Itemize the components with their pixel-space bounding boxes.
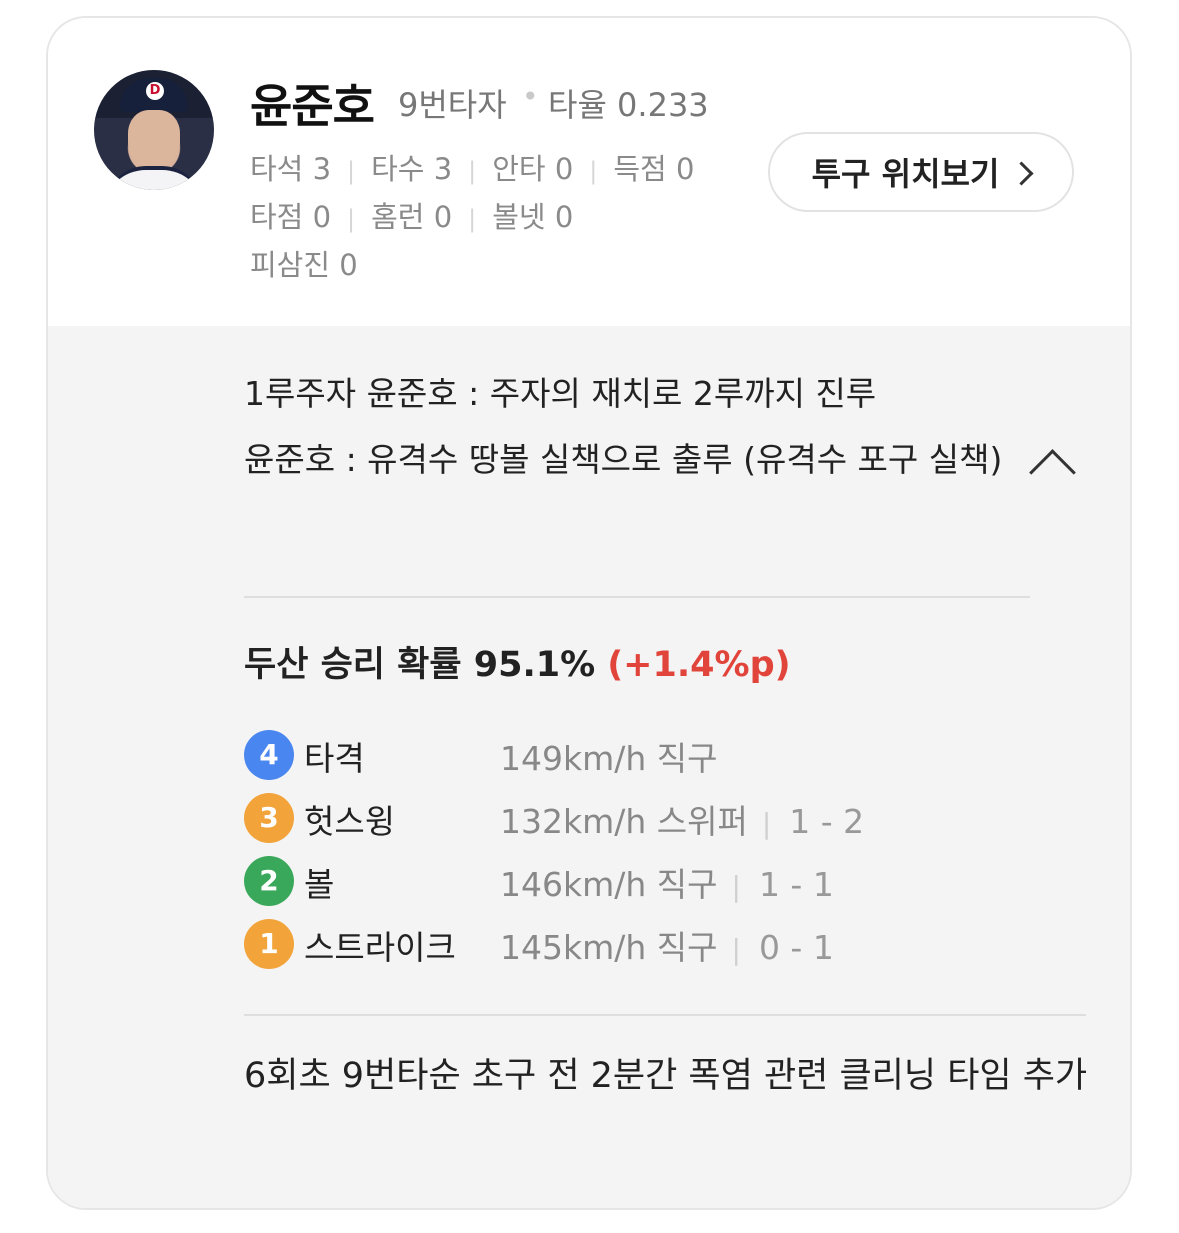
player-name: 윤준호 xyxy=(250,79,375,133)
pitch-number-badge: 1 xyxy=(244,919,294,969)
win-probability: 두산 승리 확률 95.1% (+1.4%p) xyxy=(244,645,791,685)
pitch-speed-type: 149km/h 직구 xyxy=(500,739,718,778)
stats-line-1: 타석 3 | 타수 3 | 안타 0 | 득점 0 xyxy=(250,152,695,186)
play-card: 윤준호 9번타자 • 타율 0.233 타석 3|타수 3|안타 0|득점 0 … xyxy=(46,16,1132,1210)
win-probability-delta: (+1.4%p) xyxy=(607,645,791,685)
pitch-result: 타격 xyxy=(304,739,365,778)
game-note: 6회초 9번타순 초구 전 2분간 폭염 관련 클리닝 타임 추가 xyxy=(244,1056,1088,1096)
pitch-row: 4 타격 149km/h 직구 xyxy=(244,730,944,780)
ball-strike-count: 1 - 1 xyxy=(758,865,834,904)
pitch-location-button[interactable]: 투구 위치보기 xyxy=(768,132,1074,212)
player-avatar xyxy=(94,70,214,190)
batting-average: 타율 0.233 xyxy=(548,86,709,124)
pitch-result: 헛스윙 xyxy=(304,802,396,841)
pitch-number-badge: 3 xyxy=(244,793,294,843)
separator-dot: • xyxy=(522,80,539,113)
pitch-speed-type: 145km/h 직구 | 0 - 1 xyxy=(500,928,834,967)
cap-logo-icon xyxy=(120,78,188,112)
stats-line-3: 피삼진 0 xyxy=(250,248,358,282)
pitch-number-badge: 4 xyxy=(244,730,294,780)
pitch-result: 스트라이크 xyxy=(304,928,456,967)
divider xyxy=(244,596,1030,598)
pitch-speed-type: 146km/h 직구 | 1 - 1 xyxy=(500,865,834,904)
batting-order: 9번타자 xyxy=(398,86,507,124)
pitch-row: 3 헛스윙 132km/h 스위퍼 | 1 - 2 xyxy=(244,793,944,843)
pitch-number-badge: 2 xyxy=(244,856,294,906)
player-stats: 타석 3 | 타수 3 | 안타 0 | 득점 0 타점 0 | 홈런 0 | 볼넷 0 피삼진 0 xyxy=(250,146,770,288)
divider xyxy=(244,1014,1086,1016)
play-description-1: 1루주자 윤준호 : 주자의 재치로 2루까지 진루 xyxy=(244,374,877,413)
pitch-row: 1 스트라이크 145km/h 직구 | 0 - 1 xyxy=(244,919,944,969)
pitch-speed-type: 132km/h 스위퍼 | 1 - 2 xyxy=(500,802,865,841)
pitch-result: 볼 xyxy=(304,865,335,904)
ball-strike-count: 1 - 2 xyxy=(789,802,865,841)
ball-strike-count: 0 - 1 xyxy=(758,928,834,967)
stats-line-2: 타점 0 | 홈런 0 | 볼넷 0 xyxy=(250,200,574,234)
chevron-right-icon xyxy=(1009,160,1034,186)
play-description-2: 윤준호 : 유격수 땅볼 실책으로 출루 (유격수 포구 실책) xyxy=(244,440,1003,479)
play-details: 1루주자 윤준호 : 주자의 재치로 2루까지 진루 윤준호 : 유격수 땅볼 … xyxy=(48,326,1130,1208)
chevron-up-icon[interactable] xyxy=(1029,449,1076,496)
pitch-row: 2 볼 146km/h 직구 | 1 - 1 xyxy=(244,856,944,906)
batter-header: 윤준호 9번타자 • 타율 0.233 타석 3|타수 3|안타 0|득점 0 … xyxy=(48,18,1130,326)
